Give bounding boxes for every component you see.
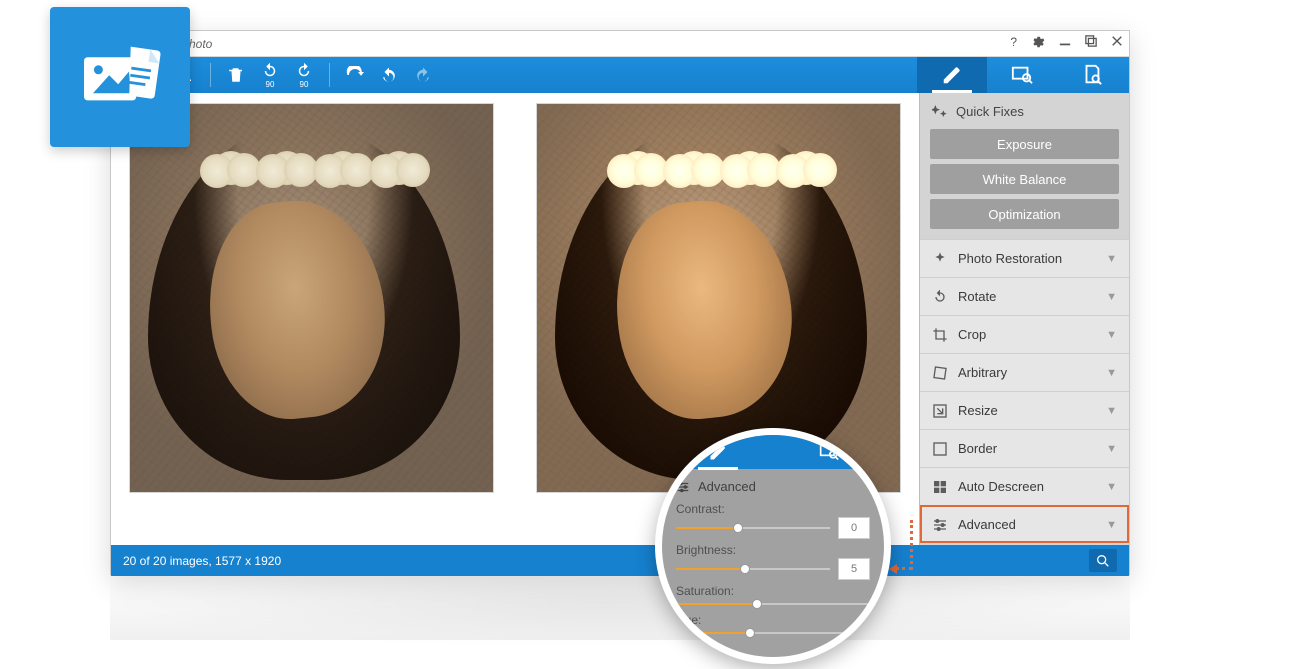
slider-saturation: Saturation: <box>676 584 870 609</box>
acc-crop[interactable]: Crop▼ <box>920 315 1129 353</box>
acc-resize[interactable]: Resize▼ <box>920 391 1129 429</box>
delete-icon[interactable] <box>221 60 251 90</box>
chevron-down-icon: ▼ <box>1106 481 1117 493</box>
chevron-down-icon: ▼ <box>1106 519 1117 531</box>
zoom-tab-edit[interactable] <box>662 435 773 469</box>
main-area: Quick Fixes Exposure White Balance Optim… <box>111 93 1129 545</box>
app-icon <box>50 7 190 147</box>
minimize-icon[interactable] <box>1059 35 1071 52</box>
tab-document-search[interactable] <box>1057 57 1127 93</box>
rotate-right-icon[interactable]: 90 <box>289 60 319 90</box>
chevron-down-icon: ▼ <box>1106 367 1117 379</box>
undo-icon[interactable] <box>374 60 404 90</box>
app-window: hoto ? 90 90 <box>110 30 1130 575</box>
zoom-tab-image[interactable] <box>773 435 884 469</box>
acc-arbitrary[interactable]: Arbitrary▼ <box>920 353 1129 391</box>
quick-fixes-buttons: Exposure White Balance Optimization <box>920 129 1129 239</box>
chevron-down-icon: ▼ <box>1106 253 1117 265</box>
titlebar: hoto ? <box>111 31 1129 57</box>
toolbar-tabs <box>917 57 1127 93</box>
statusbar: 20 of 20 images, 1577 x 1920 <box>111 545 1129 576</box>
tab-edit[interactable] <box>917 57 987 93</box>
acc-advanced[interactable]: Advanced▼ <box>920 505 1129 543</box>
slider-value[interactable]: 0 <box>838 517 870 539</box>
slider-track[interactable] <box>676 523 830 533</box>
status-tool-icon[interactable] <box>1089 549 1117 572</box>
zoom-section-header: Advanced <box>676 477 870 498</box>
callout-arrow <box>895 520 913 570</box>
slider-hue: Hue: <box>676 613 870 638</box>
slider-value[interactable]: 5 <box>838 558 870 580</box>
help-icon[interactable]: ? <box>1010 35 1017 52</box>
slider-label: Hue: <box>676 613 870 627</box>
slider-label: Brightness: <box>676 543 870 557</box>
white-balance-button[interactable]: White Balance <box>930 164 1119 194</box>
quick-fixes-header: Quick Fixes <box>920 93 1129 129</box>
slider-label: Contrast: <box>676 502 870 516</box>
redo-icon[interactable] <box>408 60 438 90</box>
chevron-down-icon: ▼ <box>1106 443 1117 455</box>
close-icon[interactable] <box>1111 35 1123 52</box>
slider-track[interactable] <box>676 628 870 638</box>
chevron-down-icon: ▼ <box>1106 291 1117 303</box>
slider-track[interactable] <box>676 564 830 574</box>
exposure-button[interactable]: Exposure <box>930 129 1119 159</box>
acc-photo-restoration[interactable]: Photo Restoration▼ <box>920 239 1129 277</box>
acc-auto-descreen[interactable]: Auto Descreen▼ <box>920 467 1129 505</box>
optimization-button[interactable]: Optimization <box>930 199 1119 229</box>
slider-label: Saturation: <box>676 584 870 598</box>
window-controls: ? <box>1010 35 1123 52</box>
window-reflection <box>110 575 1130 640</box>
rotate-left-icon[interactable]: 90 <box>255 60 285 90</box>
quick-fixes-title: Quick Fixes <box>956 104 1024 119</box>
side-panel: Quick Fixes Exposure White Balance Optim… <box>919 93 1129 545</box>
chevron-down-icon: ▼ <box>1106 329 1117 341</box>
acc-border[interactable]: Border▼ <box>920 429 1129 467</box>
refresh-icon[interactable] <box>340 60 370 90</box>
slider-track[interactable] <box>676 599 870 609</box>
slider-brightness: Brightness:5 <box>676 543 870 580</box>
maximize-icon[interactable] <box>1085 35 1097 52</box>
toolbar: 90 90 <box>111 57 1129 93</box>
slider-contrast: Contrast:0 <box>676 502 870 539</box>
tab-image-search[interactable] <box>987 57 1057 93</box>
chevron-down-icon: ▼ <box>1106 405 1117 417</box>
status-text: 20 of 20 images, 1577 x 1920 <box>123 554 281 568</box>
acc-rotate[interactable]: Rotate▼ <box>920 277 1129 315</box>
zoom-callout: Advanced Contrast:0 Brightness:5 Saturatio… <box>655 428 891 664</box>
image-before[interactable] <box>129 103 494 493</box>
gear-icon[interactable] <box>1031 35 1045 52</box>
